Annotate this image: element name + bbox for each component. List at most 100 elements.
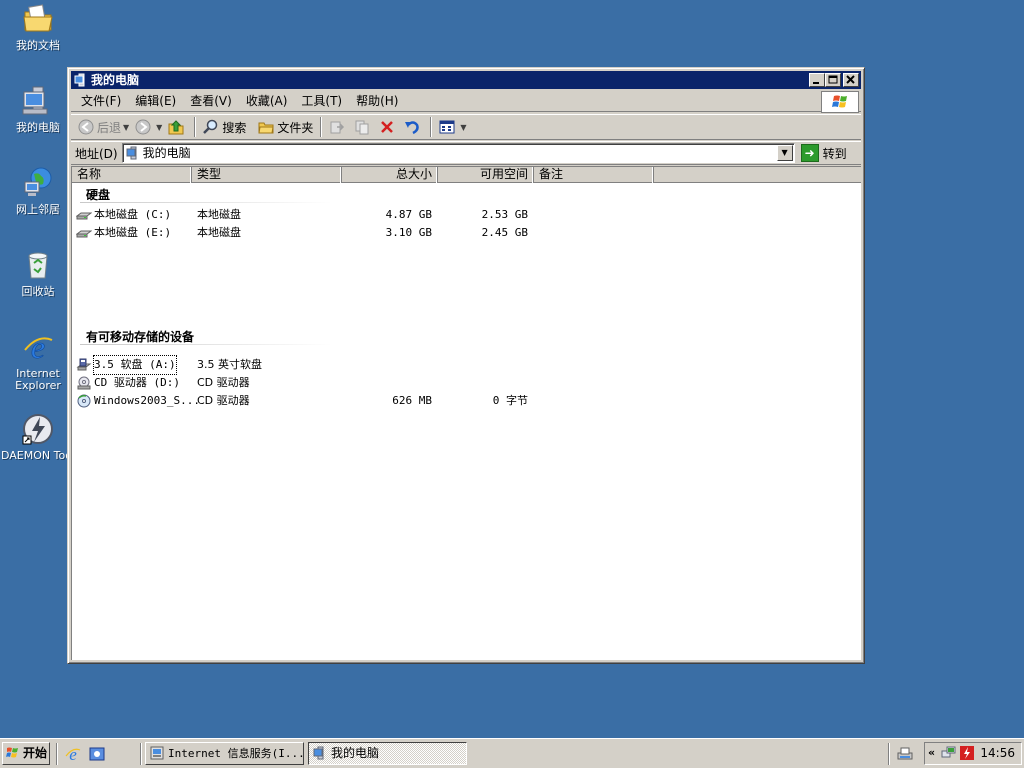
go-arrow-icon: ➜ <box>800 144 819 162</box>
folders-label: 文件夹 <box>277 120 314 135</box>
drive-type: CD 驱动器 <box>197 394 250 407</box>
undo-button[interactable] <box>401 116 426 138</box>
start-button[interactable]: 开始 <box>2 742 50 765</box>
quicklaunch-ie-icon[interactable]: e <box>64 745 82 764</box>
drive-name: Windows2003_S... <box>94 394 200 407</box>
desktop-icon-internet-explorer[interactable]: e Internet Explorer <box>0 329 76 392</box>
tray-expand-chevron-icon[interactable]: « <box>928 746 935 759</box>
cd-drive-icon <box>76 376 92 390</box>
drive-total-size: 626 MB <box>392 394 432 407</box>
file-list-view[interactable]: 名称 类型 总大小 可用空间 备注 硬盘 本地磁盘 (C:) 本地磁盘 4.87… <box>71 166 861 660</box>
windows-logo-icon <box>821 91 859 113</box>
move-to-button[interactable] <box>326 116 351 138</box>
views-button[interactable]: ▼ <box>436 116 469 138</box>
drive-free-space: 2.53 GB <box>481 208 528 221</box>
quicklaunch-show-desktop-icon[interactable] <box>88 745 106 763</box>
list-item[interactable]: Windows2003_S... CD 驱动器 626 MB 0 字节 <box>72 392 572 410</box>
list-item[interactable]: CD 驱动器 (D:) CD 驱动器 <box>72 374 572 392</box>
tray-clock[interactable]: 14:56 <box>980 746 1015 760</box>
svg-text:e: e <box>31 330 45 364</box>
my-documents-icon <box>21 2 55 36</box>
folder-up-icon <box>168 119 184 135</box>
address-dropdown-button[interactable]: ▼ <box>776 145 793 161</box>
dropdown-arrow-icon: ▼ <box>156 122 163 132</box>
window-title: 我的电脑 <box>91 73 140 87</box>
list-item[interactable]: 本地磁盘 (E:) 本地磁盘 3.10 GB 2.45 GB <box>72 224 572 242</box>
taskbar-item-label: Internet 信息服务(I... <box>168 747 304 760</box>
group-divider <box>80 202 332 203</box>
column-header-name[interactable]: 名称 <box>72 167 192 183</box>
taskbar-separator <box>56 743 58 765</box>
list-item[interactable]: 3.5 软盘 (A:) 3.5 英寸软盘 <box>72 355 572 375</box>
taskbar-separator <box>140 743 142 765</box>
tray-daemon-icon[interactable] <box>959 745 975 761</box>
undo-icon <box>404 119 420 135</box>
desktop-icon-recycle-bin[interactable]: 回收站 <box>0 248 76 298</box>
search-button[interactable]: 搜索 <box>200 116 249 138</box>
chevron-down-icon: ▼ <box>781 148 788 157</box>
column-header-total-size[interactable]: 总大小 <box>342 167 438 183</box>
dropdown-arrow-icon: ▼ <box>123 122 130 132</box>
hard-disk-icon <box>75 208 93 222</box>
desktop-icon-network-places[interactable]: 网上邻居 <box>0 166 76 216</box>
explorer-window: 我的电脑 文件(F) 编辑(E) 查看(V) 收藏(A) 工具(T) 帮助(H) <box>67 67 865 664</box>
close-button[interactable] <box>843 73 859 87</box>
start-label: 开始 <box>23 746 48 760</box>
taskbar: 开始 e Internet 信息服务(I... 我的电脑 « 14:56 <box>0 738 1024 768</box>
delete-button[interactable] <box>376 116 401 138</box>
menu-file[interactable]: 文件(F) <box>75 91 129 111</box>
menu-view[interactable]: 查看(V) <box>184 91 240 111</box>
column-header-type[interactable]: 类型 <box>192 167 342 183</box>
maximize-button[interactable] <box>825 73 841 87</box>
group-title-removable-storage: 有可移动存储的设备 <box>86 330 195 344</box>
menu-help[interactable]: 帮助(H) <box>350 91 406 111</box>
column-header-free-space[interactable]: 可用空间 <box>438 167 534 183</box>
taskbar-item-my-computer[interactable]: 我的电脑 <box>308 742 467 765</box>
drive-name: 3.5 软盘 (A:) <box>93 355 177 375</box>
desktop-icon-label: 回收站 <box>21 285 55 298</box>
menu-favorites[interactable]: 收藏(A) <box>240 91 296 111</box>
menu-bar: 文件(F) 编辑(E) 查看(V) 收藏(A) 工具(T) 帮助(H) <box>71 90 861 113</box>
column-header-row: 名称 类型 总大小 可用空间 备注 <box>72 167 861 183</box>
daemon-tools-icon <box>21 412 55 446</box>
folders-button[interactable]: 文件夹 <box>255 116 316 138</box>
drive-type: 本地磁盘 <box>197 226 241 239</box>
address-value: 我的电脑 <box>142 146 191 160</box>
minimize-button[interactable] <box>809 73 825 87</box>
my-computer-icon <box>313 746 327 760</box>
views-icon <box>439 119 455 135</box>
my-computer-icon <box>126 146 140 160</box>
desktop-icon-my-documents[interactable]: 我的文档 <box>0 2 76 52</box>
taskbar-separator <box>888 743 890 765</box>
back-button[interactable]: 后退 ▼ <box>75 116 132 138</box>
toolbar-separator <box>320 117 323 137</box>
taskbar-item-label: 我的电脑 <box>331 746 380 760</box>
forward-button[interactable]: ▼ <box>132 116 165 138</box>
column-header-comments[interactable]: 备注 <box>534 167 654 183</box>
tray-network-icon[interactable] <box>941 745 957 761</box>
desktop-icon-daemon-tools[interactable]: DAEMON Tool <box>0 412 76 462</box>
desktop-icon-label: Internet Explorer <box>15 367 61 392</box>
search-label: 搜索 <box>222 120 247 135</box>
list-item[interactable]: 本地磁盘 (C:) 本地磁盘 4.87 GB 2.53 GB <box>72 206 572 224</box>
tray-printer-icon[interactable] <box>896 745 914 763</box>
up-button[interactable] <box>165 116 190 138</box>
forward-arrow-icon <box>135 119 151 135</box>
desktop-icon-my-computer[interactable]: 我的电脑 <box>0 84 76 134</box>
address-label: 地址(D) <box>75 146 118 161</box>
window-titlebar[interactable]: 我的电脑 <box>71 71 861 89</box>
menu-edit[interactable]: 编辑(E) <box>129 91 184 111</box>
menu-tools[interactable]: 工具(T) <box>295 91 350 111</box>
close-icon <box>846 75 855 84</box>
copy-to-button[interactable] <box>351 116 376 138</box>
search-icon <box>203 119 219 135</box>
toolbar-separator <box>194 117 197 137</box>
address-input[interactable]: 我的电脑 ▼ <box>121 143 795 163</box>
back-label: 后退 <box>97 120 122 135</box>
drive-type: CD 驱动器 <box>197 376 250 389</box>
move-to-icon <box>329 119 345 135</box>
go-button[interactable]: ➜ 转到 <box>800 144 847 162</box>
recycle-bin-icon <box>21 248 55 282</box>
system-tray: « 14:56 <box>924 742 1022 765</box>
taskbar-item-iis[interactable]: Internet 信息服务(I... <box>145 742 304 765</box>
